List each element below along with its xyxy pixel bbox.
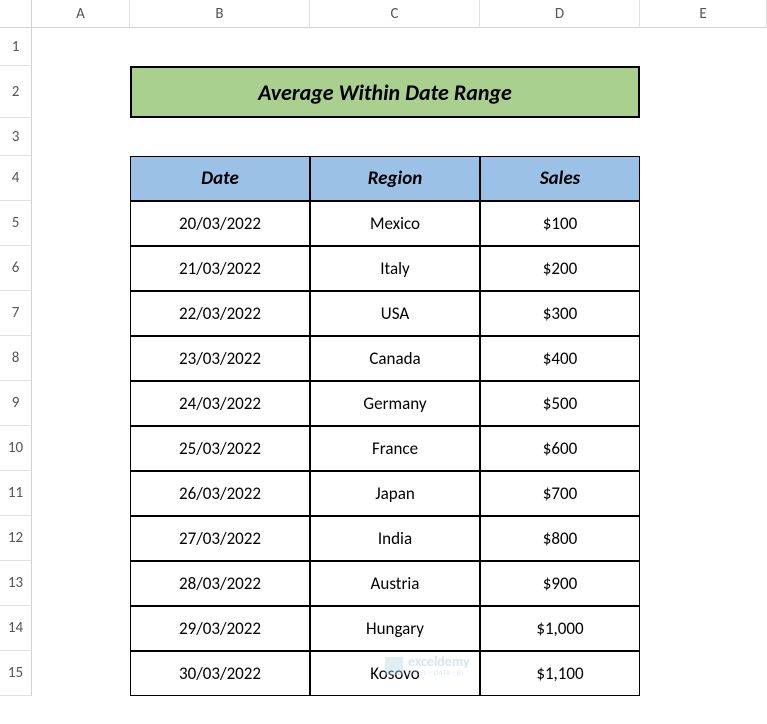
cell-date-5[interactable]: 25/03/2022: [130, 426, 310, 471]
watermark: exceldemy EXCEL · DATA · BI: [385, 655, 470, 676]
col-header-c[interactable]: C: [310, 0, 480, 28]
cell-a4[interactable]: [32, 156, 130, 201]
cell-a5[interactable]: [32, 201, 130, 246]
row-header-5[interactable]: 5: [0, 201, 32, 246]
cell-a15[interactable]: [32, 651, 130, 696]
cell-e5[interactable]: [640, 201, 767, 246]
cell-a7[interactable]: [32, 291, 130, 336]
cell-sales-6[interactable]: $700: [480, 471, 640, 516]
cell-e4[interactable]: [640, 156, 767, 201]
cell-a2[interactable]: [32, 66, 130, 118]
cell-d3[interactable]: [480, 118, 640, 156]
cell-a1[interactable]: [32, 28, 130, 66]
col-header-e[interactable]: E: [640, 0, 767, 28]
cell-date-3[interactable]: 23/03/2022: [130, 336, 310, 381]
col-header-b[interactable]: B: [130, 0, 310, 28]
cell-date-6[interactable]: 26/03/2022: [130, 471, 310, 516]
table-header-sales[interactable]: Sales: [480, 156, 640, 201]
cell-c1[interactable]: [310, 28, 480, 66]
cell-date-1[interactable]: 21/03/2022: [130, 246, 310, 291]
row-header-13[interactable]: 13: [0, 561, 32, 606]
cell-a3[interactable]: [32, 118, 130, 156]
cell-sales-0[interactable]: $100: [480, 201, 640, 246]
cell-a14[interactable]: [32, 606, 130, 651]
row-header-8[interactable]: 8: [0, 336, 32, 381]
cell-region-5[interactable]: France: [310, 426, 480, 471]
row-header-12[interactable]: 12: [0, 516, 32, 561]
cell-a12[interactable]: [32, 516, 130, 561]
cell-sales-2[interactable]: $300: [480, 291, 640, 336]
cell-a8[interactable]: [32, 336, 130, 381]
cell-e8[interactable]: [640, 336, 767, 381]
cell-e1[interactable]: [640, 28, 767, 66]
cell-region-0[interactable]: Mexico: [310, 201, 480, 246]
spreadsheet-grid: A B C D E 1 2 Average Within Date Range …: [0, 0, 767, 696]
select-all-corner[interactable]: [0, 0, 32, 28]
cell-d1[interactable]: [480, 28, 640, 66]
table-header-date[interactable]: Date: [130, 156, 310, 201]
cell-e6[interactable]: [640, 246, 767, 291]
cell-sales-3[interactable]: $400: [480, 336, 640, 381]
cell-sales-8[interactable]: $900: [480, 561, 640, 606]
cell-a6[interactable]: [32, 246, 130, 291]
cell-date-10[interactable]: 30/03/2022: [130, 651, 310, 696]
cell-region-1[interactable]: Italy: [310, 246, 480, 291]
cell-region-8[interactable]: Austria: [310, 561, 480, 606]
row-header-15[interactable]: 15: [0, 651, 32, 696]
row-header-4[interactable]: 4: [0, 156, 32, 201]
cell-region-4[interactable]: Germany: [310, 381, 480, 426]
cell-e12[interactable]: [640, 516, 767, 561]
title-cell[interactable]: Average Within Date Range: [130, 66, 640, 118]
watermark-sub: EXCEL · DATA · BI: [408, 669, 470, 676]
cell-region-9[interactable]: Hungary: [310, 606, 480, 651]
col-header-a[interactable]: A: [32, 0, 130, 28]
cell-e10[interactable]: [640, 426, 767, 471]
cell-region-7[interactable]: India: [310, 516, 480, 561]
cell-date-2[interactable]: 22/03/2022: [130, 291, 310, 336]
cell-region-6[interactable]: Japan: [310, 471, 480, 516]
cell-e3[interactable]: [640, 118, 767, 156]
cell-b1[interactable]: [130, 28, 310, 66]
cell-sales-5[interactable]: $600: [480, 426, 640, 471]
watermark-main: exceldemy: [408, 655, 470, 669]
cell-b3[interactable]: [130, 118, 310, 156]
cell-sales-4[interactable]: $500: [480, 381, 640, 426]
cell-a13[interactable]: [32, 561, 130, 606]
cell-e9[interactable]: [640, 381, 767, 426]
row-header-6[interactable]: 6: [0, 246, 32, 291]
cell-date-0[interactable]: 20/03/2022: [130, 201, 310, 246]
cell-date-8[interactable]: 28/03/2022: [130, 561, 310, 606]
row-header-11[interactable]: 11: [0, 471, 32, 516]
cell-sales-9[interactable]: $1,000: [480, 606, 640, 651]
cell-e11[interactable]: [640, 471, 767, 516]
cell-e13[interactable]: [640, 561, 767, 606]
excel-icon: [385, 657, 403, 675]
row-header-7[interactable]: 7: [0, 291, 32, 336]
cell-e14[interactable]: [640, 606, 767, 651]
row-header-9[interactable]: 9: [0, 381, 32, 426]
cell-sales-7[interactable]: $800: [480, 516, 640, 561]
cell-date-9[interactable]: 29/03/2022: [130, 606, 310, 651]
cell-a9[interactable]: [32, 381, 130, 426]
row-header-3[interactable]: 3: [0, 118, 32, 156]
col-header-d[interactable]: D: [480, 0, 640, 28]
cell-a10[interactable]: [32, 426, 130, 471]
cell-a11[interactable]: [32, 471, 130, 516]
cell-sales-10[interactable]: $1,100: [480, 651, 640, 696]
cell-e7[interactable]: [640, 291, 767, 336]
watermark-text: exceldemy EXCEL · DATA · BI: [408, 655, 470, 676]
row-header-2[interactable]: 2: [0, 66, 32, 118]
cell-date-4[interactable]: 24/03/2022: [130, 381, 310, 426]
table-header-region[interactable]: Region: [310, 156, 480, 201]
cell-region-2[interactable]: USA: [310, 291, 480, 336]
row-header-10[interactable]: 10: [0, 426, 32, 471]
cell-region-3[interactable]: Canada: [310, 336, 480, 381]
cell-e15[interactable]: [640, 651, 767, 696]
cell-date-7[interactable]: 27/03/2022: [130, 516, 310, 561]
cell-e2[interactable]: [640, 66, 767, 118]
cell-sales-1[interactable]: $200: [480, 246, 640, 291]
row-header-14[interactable]: 14: [0, 606, 32, 651]
cell-c3[interactable]: [310, 118, 480, 156]
row-header-1[interactable]: 1: [0, 28, 32, 66]
